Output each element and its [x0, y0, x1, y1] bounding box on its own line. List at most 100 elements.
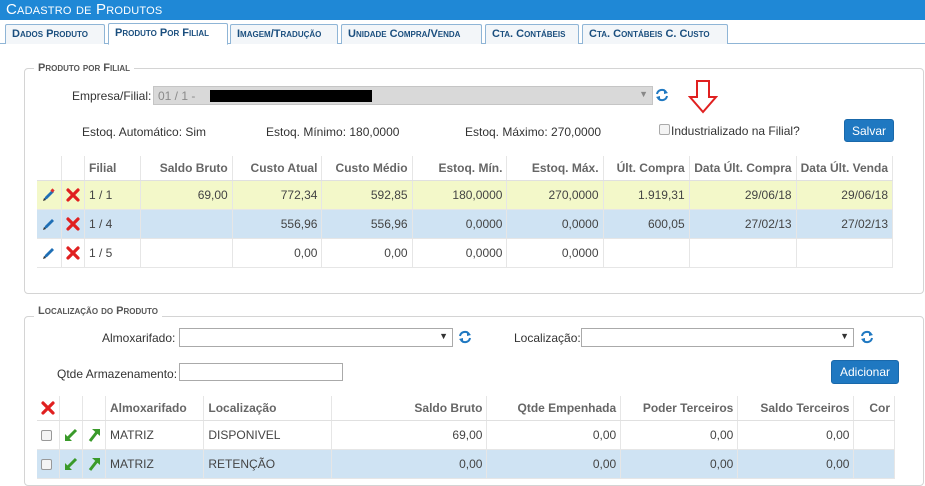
delete-cell [61, 238, 85, 268]
table-row[interactable]: 1 / 1 69,00 772,34 592,85 180,0000 270,0… [37, 180, 894, 210]
table-row[interactable]: 1 / 5 0,00 0,00 0,0000 0,0000 [37, 238, 894, 268]
redacted-block [210, 90, 372, 102]
cell-almoxarifado: MATRIZ [105, 449, 205, 479]
save-button[interactable]: Salvar [844, 119, 894, 142]
cell-poder-terceiros: 0,00 [620, 449, 739, 479]
cell-custo-medio: 0,00 [321, 238, 413, 268]
delete-x-icon[interactable] [66, 188, 80, 202]
refresh-icon[interactable] [458, 330, 472, 344]
select-cell [37, 449, 60, 479]
localizacao-table-header: Almoxarifado Localização Saldo Bruto Qtd… [37, 396, 895, 421]
header-poder-terceiros: Poder Terceiros [620, 396, 739, 421]
green-arrow-down-icon[interactable] [64, 457, 78, 471]
table-row[interactable]: 1 / 4 556,96 556,96 0,0000 0,0000 600,05… [37, 209, 894, 239]
row-checkbox[interactable] [41, 429, 52, 441]
estoq-maximo-text: Estoq. Máximo: 270,0000 [465, 125, 602, 139]
refresh-icon[interactable] [655, 88, 669, 102]
table-row[interactable]: MATRIZ DISPONIVEL 69,00 0,00 0,00 0,00 [37, 420, 895, 450]
refresh-icon[interactable] [860, 330, 874, 344]
qtde-armazenamento-label: Qtde Armazenamento: [57, 367, 178, 381]
edit-cell [37, 238, 62, 268]
green-arrow-up-icon[interactable] [87, 457, 101, 471]
delete-cell [61, 209, 85, 239]
header-saldo-bruto: Saldo Bruto [331, 396, 488, 421]
cell-saldo-bruto: 0,00 [331, 449, 488, 479]
green-arrow-up-icon[interactable] [87, 428, 101, 442]
header-estoq-max: Estoq. Máx. [506, 156, 604, 181]
qtde-armazenamento-input[interactable] [179, 363, 343, 381]
header-delete [61, 156, 85, 181]
estoq-automatico-text: Estoq. Automático: Sim [82, 125, 207, 139]
industrializado-label: Industrializado na Filial? [671, 124, 800, 138]
cell-estoq-min: 0,0000 [412, 238, 508, 268]
tab-cta-contabeis-c-custo[interactable]: Cta. Contábeis C. Custo [582, 24, 728, 44]
add-button[interactable]: Adicionar [831, 360, 899, 384]
header-delete [37, 396, 60, 421]
pencil-icon[interactable] [41, 187, 57, 203]
header-saldo-terceiros: Saldo Terceiros [737, 396, 855, 421]
cell-data-ult-compra: 27/02/13 [689, 209, 797, 239]
cell-custo-medio: 592,85 [321, 180, 413, 210]
cell-saldo-terceiros: 0,00 [737, 420, 855, 450]
tab-produto-por-filial[interactable]: Produto Por Filial [108, 23, 228, 45]
tab-unidade-compra-venda[interactable]: Unidade Compra/Venda [341, 24, 482, 44]
header-data-ult-venda: Data Últ. Venda [796, 156, 894, 181]
tab-dados-produto[interactable]: Dados Produto [5, 24, 105, 44]
tab-imagem-traducao[interactable]: Imagem/Tradução [230, 24, 338, 44]
move-up-cell [82, 420, 106, 450]
header-cor: Cor [853, 396, 895, 421]
row-checkbox[interactable] [41, 458, 52, 470]
cell-ult-compra: 600,05 [603, 209, 690, 239]
delete-x-icon[interactable] [66, 246, 80, 260]
tab-bar: Dados Produto Produto Por Filial Imagem/… [0, 21, 925, 45]
cell-cor [853, 420, 895, 450]
header-almoxarifado: Almoxarifado [105, 396, 205, 421]
red-down-arrow-icon [688, 80, 718, 114]
move-down-cell [59, 420, 83, 450]
almoxarifado-label: Almoxarifado: [102, 331, 176, 345]
cell-saldo-bruto [140, 209, 233, 239]
header-custo-medio: Custo Médio [321, 156, 413, 181]
header-edit [37, 156, 62, 181]
empresa-filial-select[interactable]: 01 / 1 - ▼ [153, 86, 653, 105]
green-arrow-down-icon[interactable] [64, 428, 78, 442]
cell-qtde-empenhada: 0,00 [486, 420, 622, 450]
pencil-icon[interactable] [41, 216, 57, 232]
cell-custo-atual: 0,00 [232, 238, 323, 268]
cell-saldo-terceiros: 0,00 [737, 449, 855, 479]
window-title: Cadastro de Produtos [0, 0, 925, 20]
cell-data-ult-compra: 29/06/18 [689, 180, 797, 210]
header-blank [82, 396, 106, 421]
cell-saldo-bruto [140, 238, 233, 268]
cell-filial: 1 / 4 [84, 209, 142, 239]
table-row[interactable]: MATRIZ RETENÇÃO 0,00 0,00 0,00 0,00 [37, 449, 895, 479]
filial-table-header: Filial Saldo Bruto Custo Atual Custo Méd… [37, 156, 894, 181]
move-down-cell [59, 449, 83, 479]
delete-cell [61, 180, 85, 210]
cell-estoq-max: 270,0000 [506, 180, 604, 210]
tab-cta-contabeis[interactable]: Cta. Contábeis [485, 24, 579, 44]
cell-saldo-bruto: 69,00 [331, 420, 488, 450]
localizacao-select[interactable]: ▼ [581, 328, 854, 347]
cell-almoxarifado: MATRIZ [105, 420, 205, 450]
pencil-icon[interactable] [41, 245, 57, 261]
dropdown-arrow-icon: ▼ [840, 331, 849, 341]
estoq-minimo-text: Estoq. Mínimo: 180,0000 [266, 125, 400, 139]
cell-estoq-min: 0,0000 [412, 209, 508, 239]
delete-x-icon[interactable] [66, 217, 80, 231]
select-cell [37, 420, 60, 450]
almoxarifado-select[interactable]: ▼ [179, 328, 453, 347]
industrializado-checkbox[interactable] [659, 124, 670, 135]
cell-filial: 1 / 1 [84, 180, 142, 210]
header-ult-compra: Últ. Compra [603, 156, 690, 181]
cell-saldo-bruto: 69,00 [140, 180, 233, 210]
empresa-filial-value: 01 / 1 - [158, 89, 196, 103]
filial-table: Filial Saldo Bruto Custo Atual Custo Méd… [37, 156, 894, 268]
cell-data-ult-compra [689, 238, 797, 268]
edit-cell [37, 209, 62, 239]
edit-cell [37, 180, 62, 210]
cell-data-ult-venda: 27/02/13 [796, 209, 894, 239]
localizacao-table: Almoxarifado Localização Saldo Bruto Qtd… [37, 396, 895, 479]
delete-x-icon[interactable] [41, 401, 55, 415]
cell-estoq-min: 180,0000 [412, 180, 508, 210]
